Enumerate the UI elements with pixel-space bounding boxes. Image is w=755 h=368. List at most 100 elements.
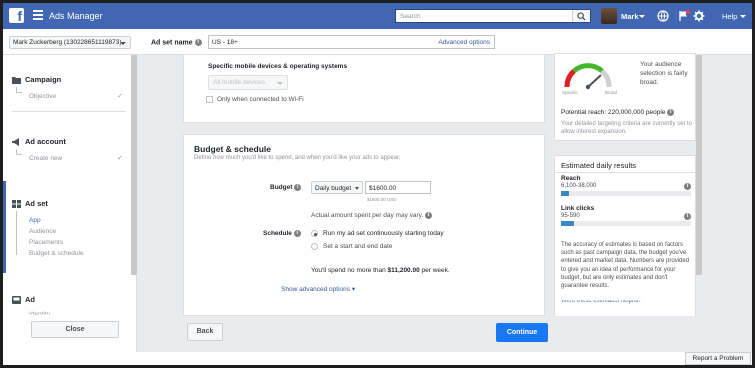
sidebar-campaign-label: Campaign bbox=[25, 75, 62, 84]
menu-icon[interactable] bbox=[33, 10, 43, 20]
show-advanced-options-link[interactable]: Show advanced options ▾ bbox=[281, 285, 355, 293]
folder-icon bbox=[12, 76, 21, 84]
budget-label-text: Budget bbox=[270, 184, 293, 192]
flag-icon[interactable] bbox=[678, 10, 690, 22]
sidebar-item-campaign[interactable]: Campaign bbox=[12, 75, 61, 84]
sidebar-item-budget-schedule[interactable]: Budget & schedule bbox=[29, 250, 84, 257]
search-placeholder: Search bbox=[400, 13, 421, 20]
spend-amount: $11,200.00 bbox=[387, 267, 420, 274]
info-icon[interactable]: i bbox=[294, 184, 302, 191]
info-icon[interactable]: i bbox=[684, 183, 691, 190]
audience-summary: Your audience selection is fairly broad. bbox=[640, 61, 688, 86]
chevron-down-icon[interactable] bbox=[740, 15, 746, 18]
sidebar-item-ad-set[interactable]: Ad set bbox=[12, 199, 48, 208]
info-icon[interactable]: i bbox=[194, 39, 202, 46]
chevron-down-icon bbox=[277, 82, 283, 85]
app-title[interactable]: Ads Manager bbox=[49, 11, 103, 21]
sidebar-item-app[interactable]: App bbox=[29, 217, 41, 224]
info-icon[interactable]: i bbox=[667, 109, 675, 116]
status-strip bbox=[3, 352, 752, 365]
account-selector[interactable]: Mark Zuckerberg (130228651119873) bbox=[9, 36, 131, 49]
sidebar-item-objective[interactable]: Objective bbox=[29, 93, 56, 100]
sidebar-item-create-new[interactable]: Create new bbox=[29, 155, 62, 162]
user-name[interactable]: Mark bbox=[621, 12, 639, 21]
check-icon: ✓ bbox=[117, 93, 123, 100]
sidebar: Campaign Objective ✓ Ad account Create n… bbox=[3, 55, 137, 365]
search-input[interactable]: Search bbox=[395, 9, 591, 23]
account-selector-label: Mark Zuckerberg (130228651119873) bbox=[13, 39, 122, 46]
reach-label: Reach bbox=[561, 175, 581, 182]
devices-dropdown-value: All mobile devices bbox=[213, 79, 266, 86]
search-button[interactable] bbox=[572, 10, 590, 22]
sidebar-adset-block: Ad set App Audience Placements Budget & … bbox=[3, 181, 131, 273]
budget-amount-input[interactable]: $1600.00 bbox=[365, 181, 431, 194]
sidebar-item-placements[interactable]: Placements bbox=[29, 239, 63, 246]
estimates-title: Estimated daily results bbox=[561, 161, 637, 170]
help-menu[interactable]: Help bbox=[722, 12, 737, 21]
sidebar-item-ad-account[interactable]: Ad account bbox=[12, 137, 66, 146]
sidebar-item-identity[interactable]: Identity bbox=[29, 311, 50, 315]
chevron-down-icon bbox=[120, 42, 126, 45]
wifi-option[interactable]: Only when connected to Wi-Fi bbox=[206, 96, 304, 103]
clicks-value: 95-590 bbox=[561, 213, 580, 219]
report-problem-button[interactable]: Report a Problem bbox=[685, 352, 751, 365]
divider bbox=[555, 172, 697, 173]
spend-suffix: per week. bbox=[419, 267, 450, 274]
close-button[interactable]: Close bbox=[31, 321, 119, 338]
wifi-checkbox[interactable] bbox=[206, 96, 213, 103]
avatar[interactable] bbox=[601, 8, 617, 24]
show-advanced-label: Show advanced options bbox=[281, 286, 351, 293]
schedule-label: Schedule i bbox=[263, 230, 301, 237]
window: f Ads Manager Search Mark Help Mark Zuck… bbox=[3, 3, 752, 365]
footer-bar: Back Continue bbox=[137, 316, 701, 352]
sidebar-ad-set-label: Ad set bbox=[25, 199, 48, 208]
budget-title: Budget & schedule bbox=[194, 144, 271, 154]
estimates-feedback-link[interactable]: Were these estimates helpful? bbox=[561, 300, 642, 304]
audience-note: Your detailed targeting criteria are cur… bbox=[561, 121, 692, 135]
schedule-option-dates[interactable]: Set a start and end date bbox=[311, 243, 392, 250]
sidebar-item-ad[interactable]: Ad bbox=[12, 295, 35, 304]
budget-vary-text: Actual amount spent per day may vary. bbox=[311, 212, 424, 220]
audience-gauge-icon bbox=[564, 63, 612, 90]
budget-type-dropdown[interactable]: Daily budget bbox=[311, 181, 363, 194]
back-button[interactable]: Back bbox=[187, 323, 223, 341]
budget-description: Define how much you'd like to spend, and… bbox=[194, 155, 401, 161]
info-icon[interactable]: i bbox=[684, 213, 691, 220]
budget-label: Budget i bbox=[270, 184, 302, 192]
reach-value: 6,100-38,000 bbox=[561, 183, 597, 189]
schedule-option-continuous[interactable]: Run my ad set continuously starting toda… bbox=[311, 230, 444, 237]
gear-icon[interactable] bbox=[693, 10, 705, 22]
megaphone-icon bbox=[12, 137, 19, 146]
budget-type-value: Daily budget bbox=[315, 185, 352, 192]
globe-icon[interactable] bbox=[657, 10, 669, 22]
radio-dates[interactable] bbox=[311, 243, 318, 250]
wifi-label: Only when connected to Wi-Fi bbox=[217, 96, 304, 104]
continue-button[interactable]: Continue bbox=[496, 323, 548, 342]
tree-connector bbox=[16, 149, 22, 155]
estimates-disclaimer: The accuracy of estimates is based on fa… bbox=[561, 242, 690, 290]
right-panel-scrollbar[interactable] bbox=[696, 55, 702, 275]
budget-vary-note: Actual amount spent per day may vary. i bbox=[311, 212, 433, 220]
radio-continuous[interactable] bbox=[311, 230, 318, 237]
gauge-specific-label: Specific bbox=[562, 90, 578, 95]
clicks-label: Link clicks bbox=[561, 205, 595, 212]
clicks-bar bbox=[561, 221, 691, 226]
advanced-options-link[interactable]: Advanced options bbox=[438, 39, 490, 46]
clicks-bar-fill bbox=[561, 221, 574, 226]
adset-name-field[interactable]: US - 18+ Advanced options bbox=[208, 35, 495, 49]
tree-connector bbox=[16, 211, 17, 255]
weekly-spend-note: You'll spend no more than $11,200.00 per… bbox=[311, 267, 450, 274]
info-icon[interactable]: i bbox=[425, 212, 433, 219]
schedule-option-continuous-label: Run my ad set continuously starting toda… bbox=[323, 230, 444, 238]
chevron-down-icon[interactable] bbox=[639, 15, 645, 18]
adset-name-value: US - 18+ bbox=[212, 39, 238, 46]
info-icon[interactable]: i bbox=[293, 230, 301, 237]
check-icon: ✓ bbox=[117, 155, 123, 162]
sidebar-item-audience[interactable]: Audience bbox=[29, 228, 56, 235]
spend-prefix: You'll spend no more than bbox=[311, 267, 388, 274]
budget-schedule-card: Budget & schedule Define how much you'd … bbox=[183, 134, 545, 316]
facebook-logo-icon[interactable]: f bbox=[9, 8, 24, 23]
adset-header-bar: Mark Zuckerberg (130228651119873) Ad set… bbox=[3, 29, 752, 55]
audience-definition-card: Specific Broad Your audience selection i… bbox=[554, 53, 696, 141]
potential-reach-text: Potential reach: 220,000,000 people bbox=[561, 109, 666, 117]
